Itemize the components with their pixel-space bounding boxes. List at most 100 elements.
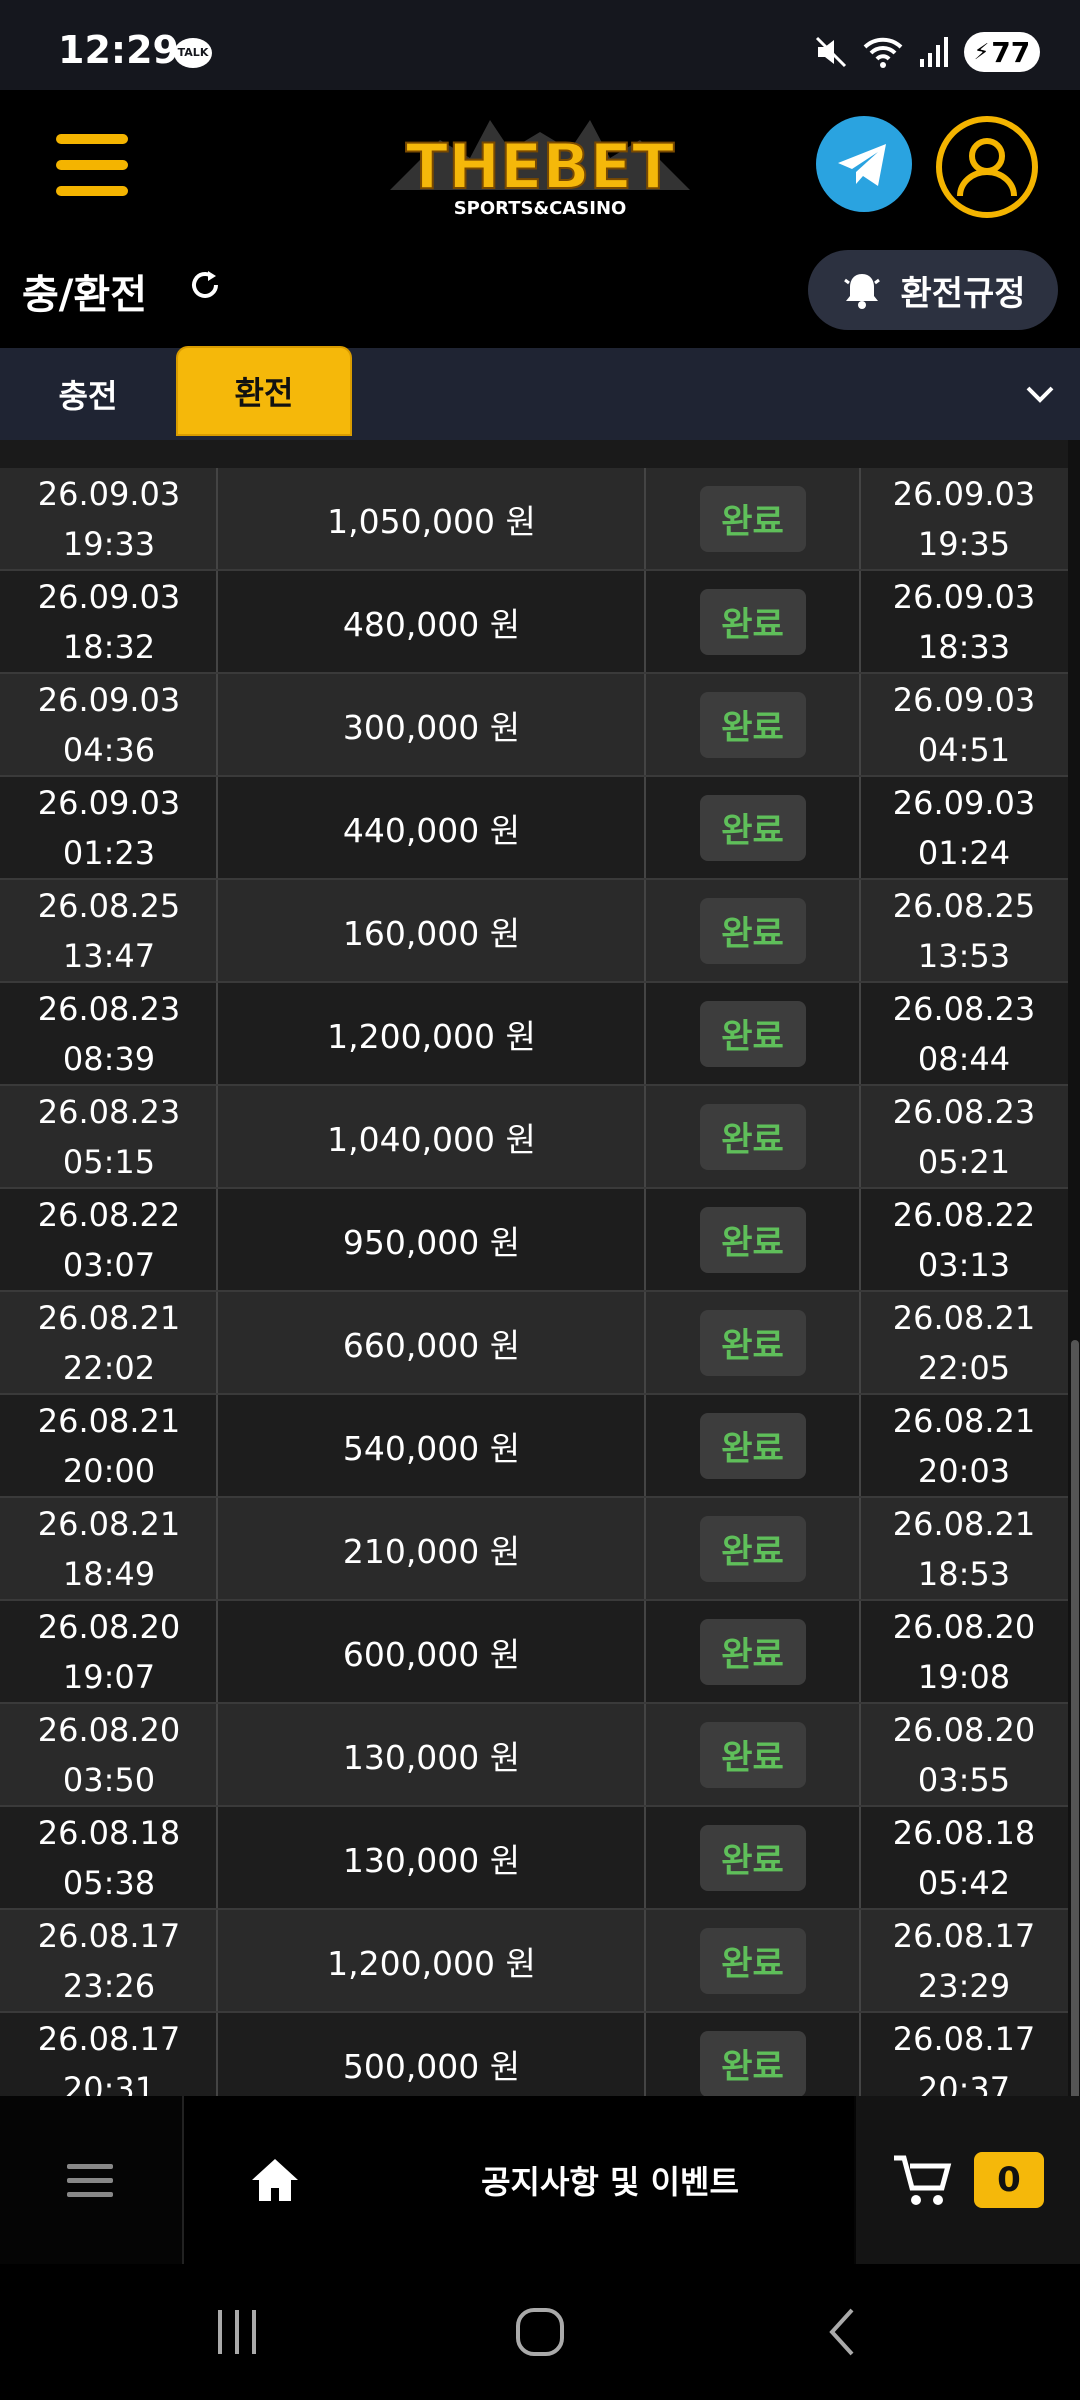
request-date: 26.08.17 (37, 2019, 181, 2058)
request-datetime: 26.08.20 03:50 (0, 1704, 218, 1805)
completed-datetime: 26.08.23 08:44 (860, 983, 1068, 1084)
app-header: THEBET SPORTS&CASINO (0, 90, 1080, 240)
logo-subtext: SPORTS&CASINO (454, 198, 627, 219)
table-row: 26.09.03 18:32 480,000 원 완료 26.09.03 18:33 (0, 571, 1068, 674)
table-row: 26.09.03 01:23 440,000 원 완료 26.09.03 01:24 (0, 777, 1068, 880)
request-time: 19:07 (62, 1657, 156, 1696)
request-datetime: 26.08.17 20:31 (0, 2013, 218, 2097)
completed-time: 20:03 (917, 1451, 1011, 1490)
refresh-icon[interactable] (186, 266, 224, 304)
completed-datetime: 26.08.22 03:13 (860, 1189, 1068, 1290)
tab-charge[interactable]: 충전 (0, 348, 176, 440)
completed-time: 19:08 (917, 1657, 1011, 1696)
completed-time: 03:13 (917, 1245, 1011, 1284)
request-time: 18:32 (62, 627, 156, 666)
status-cell: 완료 (645, 1292, 860, 1393)
completed-date: 26.08.21 (892, 1298, 1036, 1337)
home-button[interactable] (182, 2096, 368, 2264)
request-time: 13:47 (62, 936, 156, 975)
mute-icon (815, 36, 847, 68)
request-datetime: 26.08.25 13:47 (0, 880, 218, 981)
request-date: 26.08.23 (37, 1092, 181, 1131)
completed-time: 18:33 (917, 627, 1011, 666)
completed-datetime: 26.08.20 19:08 (860, 1601, 1068, 1702)
exchange-rules-label: 환전규정 (900, 273, 1026, 314)
status-badge: 완료 (699, 1618, 806, 1685)
table-row: 26.09.03 19:33 1,050,000 원 완료 26.09.03 19:35 (0, 468, 1068, 571)
logo-text: THEBET (406, 130, 674, 203)
scrollbar-thumb[interactable] (1071, 1340, 1079, 2124)
kakaotalk-notification-icon: TALK (174, 38, 212, 68)
recent-apps-icon[interactable] (212, 2304, 262, 2360)
amount: 210,000 원 (342, 1531, 521, 1571)
completed-time: 08:44 (917, 1039, 1011, 1078)
request-date: 26.08.22 (37, 1195, 181, 1234)
completed-time: 01:24 (917, 833, 1011, 872)
status-badge: 완료 (699, 1000, 806, 1067)
user-icon (957, 138, 1017, 197)
status-badge: 완료 (699, 691, 806, 758)
amount-cell: 1,200,000 원 (218, 983, 645, 1084)
completed-datetime: 26.08.21 18:53 (860, 1498, 1068, 1599)
back-icon[interactable] (820, 2304, 864, 2360)
status-cell: 완료 (645, 1086, 860, 1187)
completed-time: 05:21 (917, 1142, 1011, 1181)
exchange-rules-button[interactable]: 환전규정 (808, 250, 1058, 330)
amount-cell: 130,000 원 (218, 1704, 645, 1805)
request-time: 20:00 (62, 1451, 156, 1490)
request-datetime: 26.09.03 01:23 (0, 777, 218, 878)
request-date: 26.08.20 (37, 1607, 181, 1646)
table-row: 26.08.23 05:15 1,040,000 원 완료 26.08.23 05:21 (0, 1086, 1068, 1189)
status-cell: 완료 (645, 1910, 860, 2011)
request-date: 26.09.03 (37, 783, 181, 822)
bottom-nav: 공지사항 및 이벤트 0 (0, 2096, 1080, 2264)
completed-datetime: 26.09.03 01:24 (860, 777, 1068, 878)
bet-slip-button[interactable]: 0 (856, 2096, 1080, 2264)
notice-events-button[interactable]: 공지사항 및 이벤트 (366, 2096, 854, 2264)
status-badge: 완료 (699, 1824, 806, 1891)
telegram-button[interactable] (816, 116, 912, 212)
request-datetime: 26.08.21 22:02 (0, 1292, 218, 1393)
battery-level: 77 (991, 35, 1031, 69)
status-badge: 완료 (699, 1412, 806, 1479)
request-date: 26.09.03 (37, 474, 181, 513)
tab-exchange[interactable]: 환전 (176, 346, 352, 436)
menu-icon (67, 2164, 113, 2197)
bottom-menu-button[interactable] (0, 2096, 180, 2264)
status-badge: 완료 (699, 1927, 806, 1994)
completed-date: 26.08.21 (892, 1401, 1036, 1440)
amount-cell: 210,000 원 (218, 1498, 645, 1599)
request-time: 08:39 (62, 1039, 156, 1078)
amount-cell: 160,000 원 (218, 880, 645, 981)
completed-date: 26.08.21 (892, 1504, 1036, 1543)
site-logo[interactable]: THEBET SPORTS&CASINO (380, 110, 700, 220)
account-button[interactable] (936, 116, 1038, 218)
table-row: 26.08.22 03:07 950,000 원 완료 26.08.22 03:13 (0, 1189, 1068, 1292)
home-nav-icon[interactable] (512, 2304, 568, 2360)
completed-time: 23:29 (917, 1966, 1011, 2005)
amount: 950,000 원 (342, 1222, 521, 1262)
request-datetime: 26.08.21 20:00 (0, 1395, 218, 1496)
table-row: 26.08.20 03:50 130,000 원 완료 26.08.20 03:55 (0, 1704, 1068, 1807)
request-time: 01:23 (62, 833, 156, 872)
table-row: 26.08.18 05:38 130,000 원 완료 26.08.18 05:42 (0, 1807, 1068, 1910)
hamburger-icon[interactable] (56, 134, 128, 196)
status-cell: 완료 (645, 1807, 860, 1908)
request-datetime: 26.09.03 19:33 (0, 468, 218, 569)
request-time: 20:31 (62, 2069, 156, 2097)
status-badge: 완료 (699, 897, 806, 964)
request-date: 26.08.17 (37, 1916, 181, 1955)
table-row: 26.08.17 23:26 1,200,000 원 완료 26.08.17 23:29 (0, 1910, 1068, 2013)
status-cell: 완료 (645, 571, 860, 672)
page-title: 충/환전 (22, 272, 148, 318)
table-row: 26.08.25 13:47 160,000 원 완료 26.08.25 13:53 (0, 880, 1068, 983)
amount: 1,200,000 원 (327, 1016, 536, 1056)
request-time: 05:38 (62, 1863, 156, 1902)
status-cell: 완료 (645, 1601, 860, 1702)
chevron-down-icon[interactable] (1020, 374, 1060, 414)
status-badge: 완료 (699, 1309, 806, 1376)
completed-datetime: 26.08.21 20:03 (860, 1395, 1068, 1496)
completed-time: 04:51 (917, 730, 1011, 769)
request-datetime: 26.08.21 18:49 (0, 1498, 218, 1599)
request-datetime: 26.09.03 18:32 (0, 571, 218, 672)
